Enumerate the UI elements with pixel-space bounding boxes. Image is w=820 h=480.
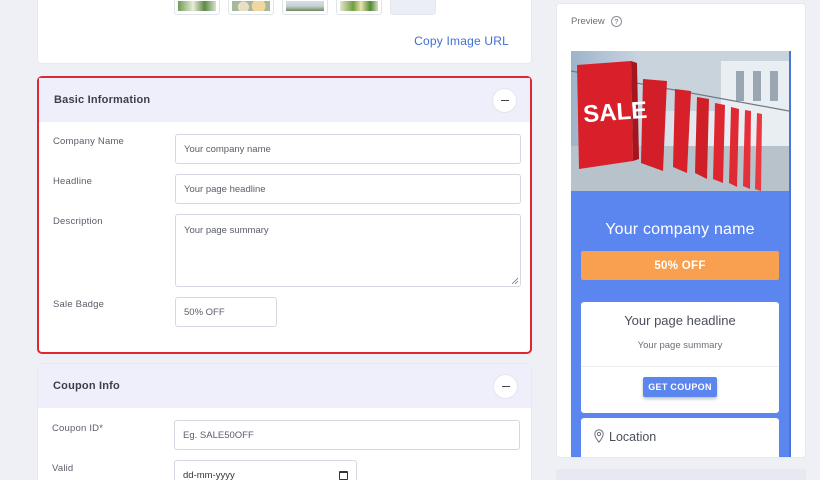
coupon-id-label: Coupon ID* (52, 423, 104, 434)
preview-location-card: Location (581, 418, 779, 457)
image-thumb-2[interactable] (228, 0, 274, 15)
preview-panel: Preview ? SALE Your company name 50% OFF… (556, 3, 806, 458)
hero-image: SALE (571, 51, 789, 191)
headline-input[interactable]: Your page headline (175, 174, 521, 204)
image-thumb-3[interactable] (282, 0, 328, 15)
location-pin-icon (594, 429, 604, 443)
help-icon[interactable]: ? (610, 16, 622, 27)
preview-sale-badge: 50% OFF (581, 251, 779, 280)
basic-information-section: Basic Information Company Name Your comp… (37, 76, 532, 354)
image-picker-card: Copy Image URL (37, 0, 532, 64)
preview-summary: Your page summary (637, 340, 723, 351)
section-title: Basic Information (54, 94, 151, 106)
description-textarea[interactable]: Your page summary (175, 214, 521, 287)
sale-badge-input[interactable]: 50% OFF (175, 297, 277, 327)
basic-information-header[interactable]: Basic Information (39, 78, 530, 122)
calendar-icon[interactable] (339, 470, 348, 480)
resize-grip-icon[interactable] (511, 277, 518, 284)
image-thumb-4[interactable] (336, 0, 382, 15)
get-coupon-button[interactable]: GET COUPON (643, 377, 717, 397)
minus-icon (501, 385, 510, 388)
section-title: Coupon Info (53, 380, 120, 392)
preview-headline: Your page headline (624, 313, 736, 328)
preview-header: Preview ? (557, 4, 805, 39)
page-preview: SALE Your company name 50% OFF Your page… (571, 51, 791, 457)
company-name-input[interactable]: Your company name (175, 134, 521, 164)
divider (581, 366, 779, 367)
description-label: Description (53, 216, 103, 227)
image-thumb-empty[interactable] (390, 0, 436, 15)
preview-company-name: Your company name (605, 221, 755, 238)
minus-icon (500, 99, 509, 102)
headline-label: Headline (53, 176, 93, 187)
image-thumb-1[interactable] (174, 0, 220, 15)
sale-badge-label: Sale Badge (53, 299, 105, 310)
company-name-label: Company Name (53, 136, 125, 147)
preview-location-label: Location (609, 430, 657, 444)
collapse-button[interactable] (492, 88, 517, 113)
sale-banner-image: SALE (571, 51, 789, 191)
copy-image-url-link[interactable]: Copy Image URL (414, 34, 509, 48)
valid-label: Valid (52, 463, 74, 474)
hero-sale-text: SALE (582, 97, 648, 128)
coupon-id-input[interactable]: Eg. SALE50OFF (174, 420, 520, 450)
coupon-info-section: Coupon Info Coupon ID* Eg. SALE50OFF Val… (37, 363, 532, 480)
next-panel-edge (556, 469, 806, 480)
coupon-info-header[interactable]: Coupon Info (38, 364, 531, 408)
preview-content-card: Your page headline Your page summary GET… (581, 302, 779, 413)
preview-title: Preview (571, 16, 605, 27)
valid-date-placeholder: dd-mm-yyyy (183, 469, 235, 480)
valid-date-input[interactable]: dd-mm-yyyy (174, 460, 357, 480)
collapse-button[interactable] (493, 374, 518, 399)
description-placeholder: Your page summary (184, 225, 269, 236)
